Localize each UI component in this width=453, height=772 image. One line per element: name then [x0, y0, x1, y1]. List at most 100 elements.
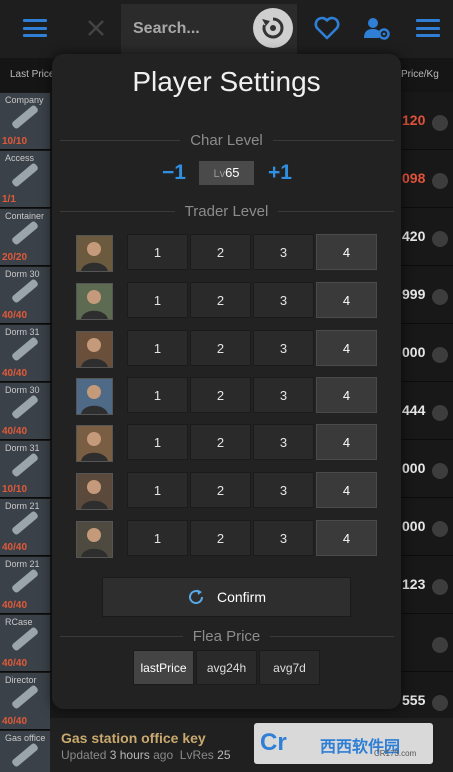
trader-level-1-button[interactable]: 1	[127, 234, 188, 270]
item-thumbnail: Gas office40/40	[0, 731, 50, 772]
item-short-name: Dorm 30	[5, 385, 40, 395]
trader-level-4-button[interactable]: 4	[316, 472, 377, 508]
trader-level-2-button[interactable]: 2	[190, 472, 251, 508]
item-short-name: Dorm 21	[5, 559, 40, 569]
item-price: 999	[402, 286, 426, 302]
updated-suffix: ago	[153, 748, 174, 762]
watermark-url: CR173.com	[374, 749, 417, 758]
flea-price-label-text: Flea Price	[182, 628, 271, 645]
trader-level-4-button[interactable]: 4	[316, 330, 377, 366]
watermark-logo: Cr	[260, 729, 287, 756]
key-icon	[10, 336, 40, 362]
heart-icon	[314, 16, 340, 40]
item-price: 555	[402, 692, 426, 708]
item-price: 098	[402, 170, 426, 186]
reset-button[interactable]	[253, 8, 293, 48]
item-short-name: Dorm 31	[5, 327, 40, 337]
reset-icon	[262, 17, 284, 39]
key-icon	[10, 220, 40, 246]
item-thumbnail: Dorm 31 40/40	[0, 325, 50, 381]
item-thumbnail: Dorm 31 10/10	[0, 441, 50, 497]
clear-search-button[interactable]	[76, 8, 116, 48]
updated-prefix: Updated	[61, 748, 107, 762]
item-price: 000	[402, 460, 426, 476]
dialog-title: Player Settings	[132, 66, 321, 97]
item-price: 444	[402, 402, 426, 418]
trader-level-4-button[interactable]: 4	[316, 234, 377, 270]
trader-level-3-button[interactable]: 3	[253, 234, 314, 270]
trader-level-3-button[interactable]: 3	[253, 330, 314, 366]
trader-level-3-button[interactable]: 3	[253, 424, 314, 460]
confirm-label: Confirm	[216, 589, 266, 605]
item-uses: 40/40	[2, 310, 28, 321]
trader-level-4-button[interactable]: 4	[316, 520, 377, 556]
filter-menu-button[interactable]	[408, 8, 448, 48]
item-uses: 10/10	[2, 484, 28, 495]
level-decrease-button[interactable]: −1	[162, 160, 186, 186]
char-level-label: Char Level	[0, 132, 453, 149]
trader-level-label-text: Trader Level	[174, 203, 279, 220]
item-uses: 40/40	[2, 426, 28, 437]
item-price: 000	[402, 518, 426, 534]
level-prefix: Lv	[213, 168, 226, 180]
trader-level-4-button[interactable]: 4	[316, 377, 377, 413]
trader-level-2-button[interactable]: 2	[190, 234, 251, 270]
item-thumbnail: Dorm 30 40/40	[0, 383, 50, 439]
search-input[interactable]	[133, 17, 257, 41]
trader-icon	[432, 289, 448, 305]
item-updated: Updated 3 hours ago LvRes 25	[61, 748, 231, 762]
trader-level-1-button[interactable]: 1	[127, 330, 188, 366]
menu-button[interactable]	[15, 8, 55, 48]
trader-avatar	[76, 331, 113, 368]
key-icon	[10, 684, 40, 710]
item-uses: 20/20	[2, 252, 28, 263]
trader-level-2-button[interactable]: 2	[190, 330, 251, 366]
item-uses: 40/40	[2, 542, 28, 553]
item-thumbnail: Dorm 21 40/40	[0, 557, 50, 613]
flea-option-avg24h[interactable]: avg24h	[196, 650, 257, 685]
trader-level-1-button[interactable]: 1	[127, 377, 188, 413]
key-icon	[10, 742, 40, 768]
trader-icon	[432, 405, 448, 421]
key-icon	[10, 510, 40, 536]
trader-icon	[432, 173, 448, 189]
key-icon	[10, 452, 40, 478]
trader-level-4-button[interactable]: 4	[316, 282, 377, 318]
key-icon	[10, 394, 40, 420]
trader-icon	[432, 521, 448, 537]
item-name: Gas station office key	[61, 730, 206, 746]
trader-level-2-button[interactable]: 2	[190, 424, 251, 460]
trader-level-1-button[interactable]: 1	[127, 424, 188, 460]
item-short-name: Director	[5, 675, 37, 685]
updated-value: 3 hours	[109, 748, 150, 762]
item-uses: 40/40	[2, 658, 28, 669]
trader-level-3-button[interactable]: 3	[253, 472, 314, 508]
trader-avatar	[76, 521, 113, 558]
key-icon	[10, 278, 40, 304]
trader-level-3-button[interactable]: 3	[253, 282, 314, 318]
flea-option-lastPrice[interactable]: lastPrice	[133, 650, 194, 685]
player-settings-button[interactable]	[357, 8, 397, 48]
trader-icon	[432, 231, 448, 247]
level-increase-button[interactable]: +1	[268, 160, 292, 186]
trader-level-label: Trader Level	[0, 203, 453, 220]
trader-level-2-button[interactable]: 2	[190, 520, 251, 556]
lvres-label: LvRes	[179, 748, 214, 762]
item-price: 123	[402, 576, 426, 592]
confirm-button[interactable]: Confirm	[102, 577, 351, 617]
item-thumbnail: Dorm 30 40/40	[0, 267, 50, 323]
trader-level-4-button[interactable]: 4	[316, 424, 377, 460]
trader-level-2-button[interactable]: 2	[190, 377, 251, 413]
trader-level-1-button[interactable]: 1	[127, 472, 188, 508]
trader-level-3-button[interactable]: 3	[253, 520, 314, 556]
trader-level-1-button[interactable]: 1	[127, 282, 188, 318]
trader-avatar	[76, 473, 113, 510]
trader-icon	[432, 115, 448, 131]
trader-level-1-button[interactable]: 1	[127, 520, 188, 556]
flea-option-avg7d[interactable]: avg7d	[259, 650, 320, 685]
item-short-name: RCase	[5, 617, 33, 627]
favorites-button[interactable]	[307, 8, 347, 48]
trader-level-2-button[interactable]: 2	[190, 282, 251, 318]
watermark: Cr 西西软件园 CR173.com	[254, 723, 433, 764]
trader-level-3-button[interactable]: 3	[253, 377, 314, 413]
